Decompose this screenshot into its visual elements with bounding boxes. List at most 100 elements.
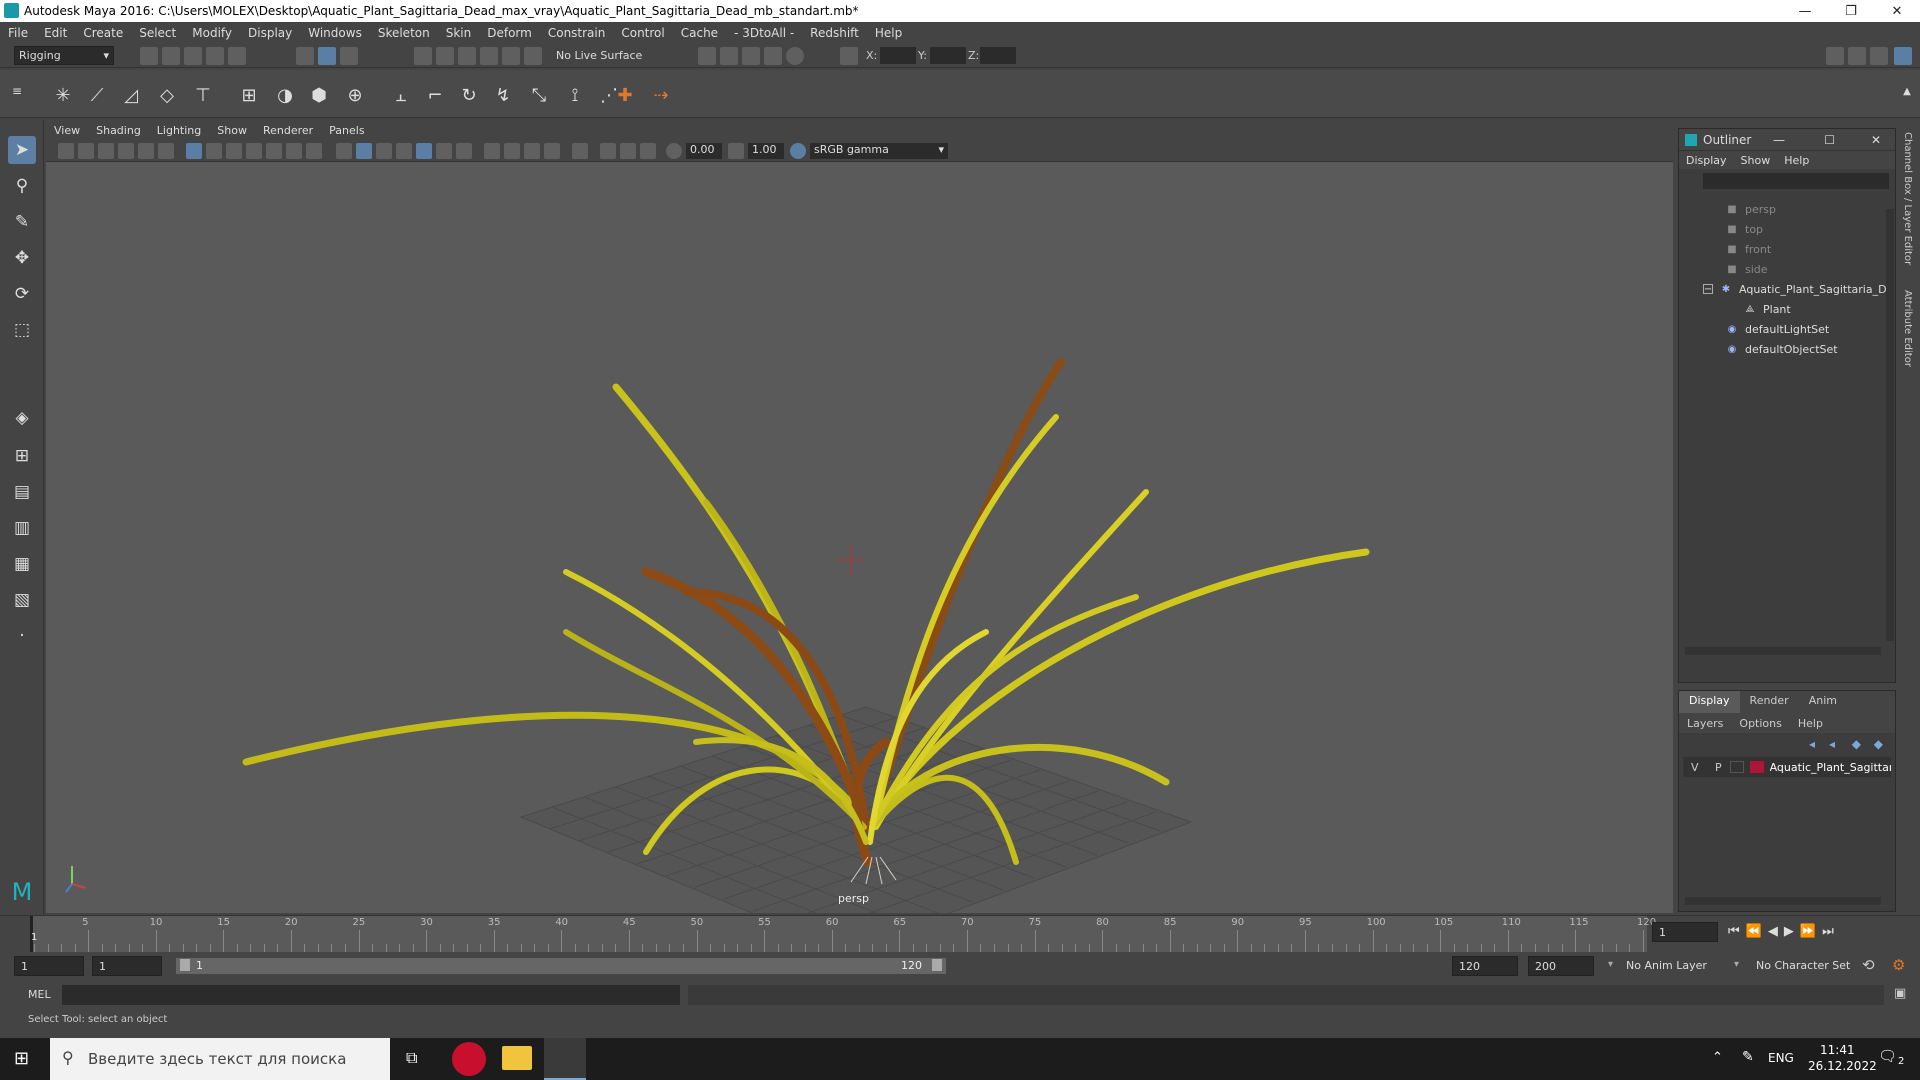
scale-constraint-icon[interactable]: ⤡ [526,82,552,108]
camera-attributes-icon[interactable] [78,143,94,159]
render-settings-icon[interactable] [764,47,782,65]
range-start-handle[interactable] [180,959,190,971]
animation-preferences-icon[interactable]: ⚙ [1892,956,1905,974]
character-set-dropdown[interactable]: No Character Set [1756,959,1850,972]
playback-end-field[interactable]: 120 [1452,956,1518,976]
outliner-horizontal-scrollbar[interactable] [1685,647,1881,655]
persp-outliner-layout-icon[interactable]: ▤ [8,478,36,506]
lattice-icon[interactable]: ⬢ [306,82,332,108]
layer-color-swatch[interactable] [1749,761,1764,773]
live-surface-label[interactable]: No Live Surface [556,49,642,62]
move-tool-icon[interactable]: ✥ [8,244,36,272]
paint-select-icon[interactable]: ✎ [8,208,36,236]
hypershade-icon[interactable] [786,47,804,65]
menu-redshift[interactable]: Redshift [802,26,867,40]
ambient-occlusion-icon[interactable] [484,143,500,159]
redo-icon[interactable] [228,47,246,65]
close-icon[interactable]: ✕ [1874,0,1920,22]
menu-windows[interactable]: Windows [300,26,370,40]
snap-vertex-icon[interactable] [524,47,542,65]
exposure-icon[interactable] [666,143,682,159]
field-chart-icon[interactable] [266,143,282,159]
task-view-icon[interactable]: ⧉ [406,1048,417,1068]
restore-icon[interactable]: ❐ [1828,0,1874,22]
attribute-editor-tab[interactable]: Attribute Editor [1902,290,1913,367]
shadows-icon[interactable] [456,143,472,159]
snap-grid-icon[interactable] [414,47,432,65]
ik-handle-icon[interactable]: ⟋ [84,82,110,108]
file-explorer-icon[interactable] [502,1046,532,1070]
rotate-tool-icon[interactable]: ⟳ [8,280,36,308]
clock-time[interactable]: 11:41 [1820,1043,1855,1057]
menu-skeleton[interactable]: Skeleton [370,26,438,40]
render-frame-icon[interactable] [698,47,716,65]
vp-menu-renderer[interactable]: Renderer [255,124,321,137]
windows-start-icon[interactable]: ⊞ [14,1048,29,1069]
outliner-minimize-icon[interactable]: — [1773,133,1785,147]
orient-constraint-icon[interactable]: ↻ [456,82,482,108]
tray-chevron-icon[interactable]: ⌃ [1712,1050,1723,1065]
outliner-search-input[interactable] [1703,173,1889,189]
outliner-item-top[interactable]: ■ top [1679,219,1895,239]
layer-playback-toggle[interactable]: P [1707,761,1731,774]
new-layer-selected-icon[interactable]: ◆ [1874,737,1883,751]
x-field[interactable] [880,47,916,64]
snap-curve-icon[interactable] [436,47,454,65]
exposure-field[interactable]: 0.00 [686,143,722,159]
point-constraint-icon[interactable]: ⌐ [422,82,448,108]
layer-row[interactable]: V P Aquatic_Plant_Sagittar [1683,757,1891,777]
image-plane-icon[interactable] [118,143,134,159]
tab-display[interactable]: Display [1679,691,1740,713]
command-input[interactable] [62,985,680,1005]
tab-render[interactable]: Render [1740,691,1799,713]
gate-mask-icon[interactable] [246,143,262,159]
layer-menu-layers[interactable]: Layers [1679,717,1731,730]
safe-title-icon[interactable] [306,143,322,159]
smooth-bind-icon[interactable]: ⊞ [236,82,262,108]
anim-layer-arrow-icon[interactable]: ▾ [1608,959,1613,970]
menu-edit[interactable]: Edit [36,26,75,40]
outliner-vertical-scrollbar[interactable] [1886,209,1894,641]
parent-constraint-icon[interactable]: ⫠ [388,82,414,108]
outliner-item-default-object-set[interactable]: ◉ defaultObjectSet [1679,339,1895,359]
vp-menu-show[interactable]: Show [209,124,255,137]
resolution-gate-icon[interactable] [226,143,242,159]
script-editor-icon[interactable]: ▣ [1894,986,1906,1001]
depth-of-field-icon[interactable] [544,143,560,159]
outliner-menu-help[interactable]: Help [1777,154,1816,167]
y-field[interactable] [930,47,966,64]
opera-icon[interactable] [452,1042,486,1076]
gamma-icon[interactable] [728,143,744,159]
outliner-menu-display[interactable]: Display [1679,154,1734,167]
paint-weights-icon[interactable]: ◑ [272,82,298,108]
grease-pencil-icon[interactable] [158,143,174,159]
outliner-maximize-icon[interactable]: ☐ [1824,133,1835,147]
menu-deform[interactable]: Deform [479,26,540,40]
menu-cache[interactable]: Cache [673,26,726,40]
smooth-shade-icon[interactable] [356,143,372,159]
antialiasing-icon[interactable] [524,143,540,159]
joint-tool-icon[interactable]: ✳ [50,82,76,108]
menu-select[interactable]: Select [131,26,184,40]
render-view-icon[interactable] [720,47,738,65]
outliner-item-aquatic-plant[interactable]: − ✱ Aquatic_Plant_Sagittaria_D [1679,279,1895,299]
four-view-layout-icon[interactable]: ⊞ [8,442,36,470]
menu-constrain[interactable]: Constrain [540,26,614,40]
maya-home-icon[interactable]: M [6,878,38,906]
menu-display[interactable]: Display [240,26,300,40]
scale-tool-icon[interactable]: ⬚ [8,316,36,344]
shelf-menu-icon[interactable]: ≡ [4,78,30,104]
motion-blur-icon[interactable] [504,143,520,159]
maya-taskbar-icon[interactable] [544,1038,586,1080]
time-ruler[interactable]: 1 5 10 15 20 25 30 35 40 45 50 55 60 65 70 75 80 85 90 95 1… [30,916,1656,952]
menu-skin[interactable]: Skin [438,26,480,40]
use-all-lights-icon[interactable] [436,143,452,159]
move-layer-down-icon[interactable]: ◂ [1829,737,1835,751]
ik-fk-switch-icon[interactable]: ⇢ [648,82,674,108]
taskbar-search-input[interactable]: ⚲ Введите здесь текст для поиска [50,1038,390,1080]
camera-select-icon[interactable] [58,143,74,159]
tray-pen-icon[interactable]: ✎ [1742,1049,1754,1065]
minimize-icon[interactable]: — [1782,0,1828,22]
hypershade-layout-icon[interactable]: ▦ [8,550,36,578]
clock-date[interactable]: 26.12.2022 [1808,1059,1877,1073]
